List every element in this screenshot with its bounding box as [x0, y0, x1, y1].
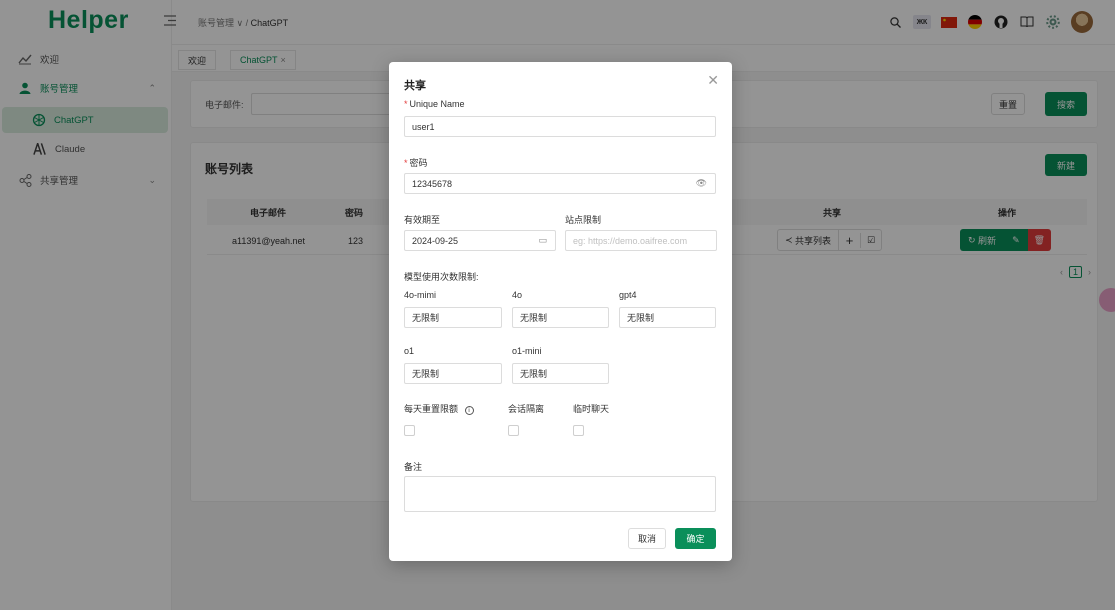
expiry-label: 有效期至 [404, 215, 441, 225]
temp-chat-checkbox[interactable] [573, 425, 584, 436]
model-limit-input[interactable]: 无限制 [512, 363, 609, 384]
model-limit-input[interactable]: 无限制 [512, 307, 609, 328]
password-input[interactable]: 12345678 👁 [404, 173, 716, 194]
remark-textarea[interactable] [404, 476, 716, 512]
info-icon[interactable]: i [464, 406, 474, 415]
share-modal: 共享 ✕ * Unique Name user1 * 密码 12345678 👁 有… [389, 62, 732, 561]
session-isolation-checkbox[interactable] [508, 425, 519, 436]
daily-reset-label: 每天重置限额 i [404, 402, 474, 415]
unique-name-label: * Unique Name [404, 99, 465, 109]
model-limit-input[interactable]: 无限制 [404, 307, 502, 328]
temp-chat-label: 临时聊天 [573, 404, 610, 414]
model-limit-label: 模型使用次数限制: [404, 272, 479, 282]
modal-title: 共享 [404, 80, 426, 92]
cancel-button[interactable]: 取消 [628, 528, 666, 549]
model-name: gpt4 [619, 290, 637, 300]
password-label: * 密码 [404, 158, 428, 168]
unique-name-input[interactable]: user1 [404, 116, 716, 137]
site-limit-input[interactable]: eg: https://demo.oaifree.com [565, 230, 717, 251]
model-limit-input[interactable]: 无限制 [404, 363, 502, 384]
daily-reset-checkbox[interactable] [404, 425, 415, 436]
eye-icon[interactable]: 👁 [696, 178, 707, 189]
calendar-icon: ▭ [538, 235, 547, 245]
expiry-date-input[interactable]: 2024-09-25 ▭ [404, 230, 556, 251]
model-limit-input[interactable]: 无限制 [619, 307, 716, 328]
model-name: o1 [404, 346, 415, 356]
remark-label: 备注 [404, 462, 423, 472]
confirm-button[interactable]: 确定 [675, 528, 716, 549]
model-name: o1-mini [512, 346, 542, 356]
close-icon[interactable]: ✕ [707, 72, 719, 89]
model-name: 4o [512, 290, 523, 300]
session-isolation-label: 会话隔离 [508, 404, 545, 414]
site-limit-label: 站点限制 [565, 215, 602, 225]
model-name: 4o-mimi [404, 290, 437, 300]
